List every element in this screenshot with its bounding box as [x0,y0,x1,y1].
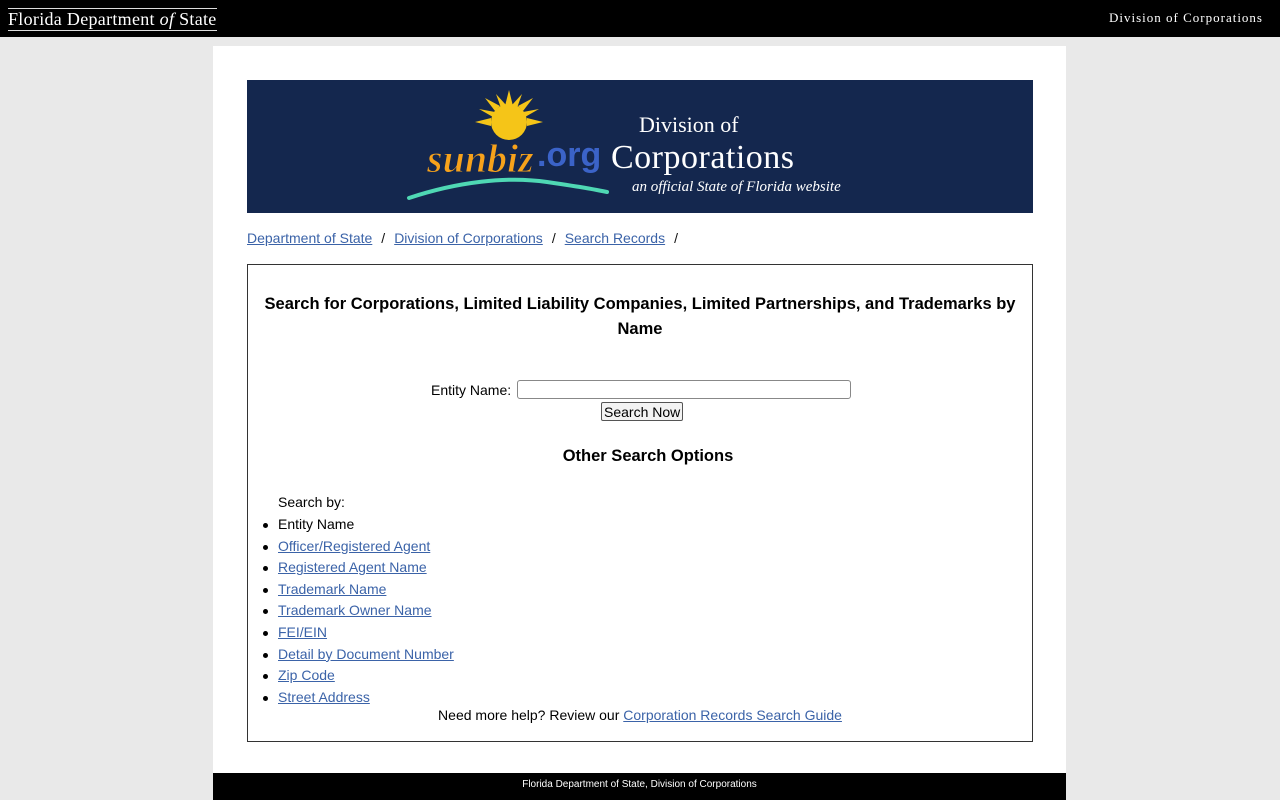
logo-text-pre: Florida Department [8,9,160,29]
option-trademark-name-link[interactable]: Trademark Name [278,581,386,597]
wave-swoosh [407,177,609,200]
list-item: Zip Code [263,665,454,687]
option-officer-registered-agent-link[interactable]: Officer/Registered Agent [278,538,430,554]
list-item: Trademark Name [263,579,454,601]
option-registered-agent-name-link[interactable]: Registered Agent Name [278,559,427,575]
banner-title-line1: Division of [639,112,739,137]
search-guide-link[interactable]: Corporation Records Search Guide [623,707,842,723]
logo-org-text: .org [537,136,601,174]
list-item: Detail by Document Number [263,644,454,666]
florida-dept-state-logo[interactable]: Florida Department of State [8,8,217,31]
option-trademark-owner-name-link[interactable]: Trademark Owner Name [278,602,432,618]
breadcrumb-separator: / [381,230,386,246]
page-content: sunbiz .org Division of Corporations an … [213,46,1066,800]
option-street-address-link[interactable]: Street Address [278,689,370,705]
search-panel: Search for Corporations, Limited Liabili… [247,264,1033,742]
entity-name-label: Entity Name: [431,382,512,398]
option-document-number-link[interactable]: Detail by Document Number [278,646,454,662]
option-entity-name-current: Entity Name [278,516,355,532]
breadcrumb-separator: / [674,230,678,246]
logo-text-post: State [174,9,217,29]
breadcrumb-division[interactable]: Division of Corporations [394,230,543,246]
option-zip-code-link[interactable]: Zip Code [278,667,335,683]
logo-text-of: of [159,9,175,29]
help-text: Need more help? Review our [438,707,620,723]
search-by-label: Search by: [278,494,345,510]
help-line: Need more help? Review our Corporation R… [248,707,1032,723]
banner-tagline: an official State of Florida website [632,179,841,195]
breadcrumb: Department of State / Division of Corporat… [247,230,687,246]
top-header-bar: Florida Department of State Division of … [0,0,1280,37]
banner-title-line2: Corporations [611,139,795,176]
breadcrumb-dept-of-state[interactable]: Department of State [247,230,372,246]
list-item: FEI/EIN [263,622,454,644]
list-item: Registered Agent Name [263,557,454,579]
footer: Florida Department of State, Division of… [213,773,1066,800]
sunbiz-banner[interactable]: sunbiz .org Division of Corporations an … [247,80,1033,213]
sunbiz-logo-graphic: sunbiz .org Division of Corporations an … [407,90,841,200]
search-options-list: Entity Name Officer/Registered Agent Reg… [263,514,454,709]
list-item: Officer/Registered Agent [263,536,454,558]
breadcrumb-separator: / [551,230,556,246]
sun-icon [475,90,543,140]
entity-name-input[interactable] [517,380,851,399]
list-item: Entity Name [263,514,454,536]
search-now-button[interactable]: Search Now [601,402,684,421]
division-title-link[interactable]: Division of Corporations [1109,10,1263,26]
search-heading: Search for Corporations, Limited Liabili… [264,295,1016,338]
breadcrumb-search-records[interactable]: Search Records [565,230,665,246]
logo-sunbiz-text: sunbiz [426,136,534,181]
list-item: Trademark Owner Name [263,600,454,622]
other-search-options-heading: Other Search Options [562,447,734,465]
option-fei-ein-link[interactable]: FEI/EIN [278,624,327,640]
list-item: Street Address [263,687,454,709]
